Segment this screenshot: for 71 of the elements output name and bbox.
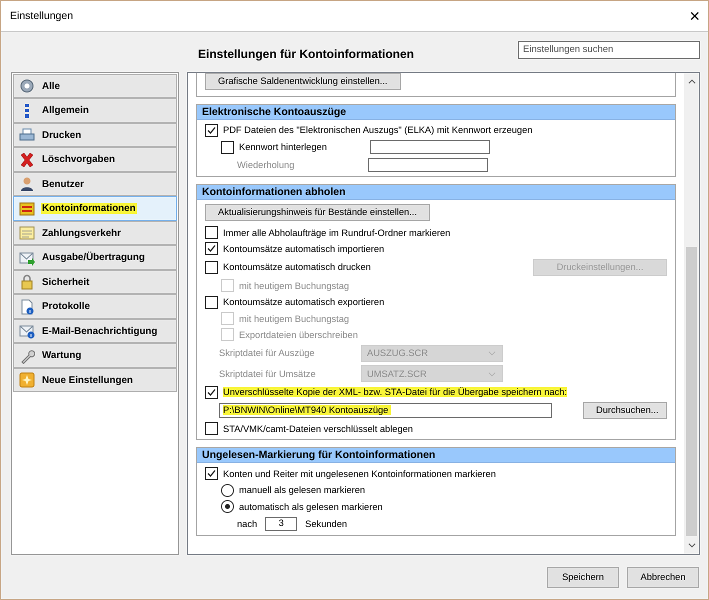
option-label: Immer alle Abholaufträge im Rundruf-Ordner markieren bbox=[223, 228, 450, 238]
printer-icon bbox=[19, 127, 35, 144]
option-label: Kontoumsätze automatisch exportieren bbox=[223, 297, 384, 308]
ledger-icon bbox=[19, 200, 35, 217]
sidebar-item[interactable]: Sicherheit bbox=[13, 270, 177, 294]
checkbox[interactable] bbox=[205, 124, 218, 137]
checkbox[interactable] bbox=[205, 260, 218, 274]
option-label: Unverschlüsselte Kopie der XML- bzw. STA-Datei für die Übergabe speichern nach: bbox=[223, 387, 567, 398]
sidebar-item[interactable]: Ausgabe/Übertragung bbox=[13, 245, 177, 270]
wrench-icon bbox=[19, 348, 35, 364]
option-label: manuell als gelesen markieren bbox=[239, 485, 366, 496]
sidebar-item[interactable]: Neue Einstellungen bbox=[13, 368, 177, 392]
password-field[interactable] bbox=[368, 158, 488, 172]
seconds-field[interactable]: 3 bbox=[265, 516, 298, 531]
unit-label: Sekunden bbox=[305, 518, 348, 529]
group-header: Elektronische Kontoauszüge bbox=[197, 104, 675, 120]
group-header: Kontoinformationen abholen bbox=[197, 184, 675, 200]
checkbox[interactable] bbox=[205, 242, 218, 256]
option-label: mit heutigem Buchungstag bbox=[239, 280, 350, 291]
cross-icon bbox=[19, 152, 35, 168]
field-label: Wiederholung bbox=[236, 160, 296, 170]
sidebar-item[interactable]: Kontoinformationen bbox=[13, 196, 177, 221]
dialog-button[interactable]: Abbrechen bbox=[627, 566, 699, 588]
radio-button[interactable] bbox=[221, 500, 234, 514]
option-label: Kontoumsätze automatisch drucken bbox=[223, 262, 371, 272]
star-square-icon bbox=[19, 372, 35, 388]
group-header: Ungelesen-Markierung für Kontoinformationen bbox=[197, 448, 675, 464]
action-button[interactable]: Grafische Saldenentwicklung einstellen... bbox=[205, 72, 401, 90]
option-label: Kontoumsätze automatisch importieren bbox=[223, 244, 384, 254]
person-icon bbox=[19, 176, 35, 192]
sidebar-item[interactable]: Drucken bbox=[13, 122, 177, 148]
action-button[interactable]: Aktualisierungshinweis für Bestände einstellen... bbox=[205, 204, 430, 221]
radio-button[interactable] bbox=[221, 484, 234, 497]
field-label: nach bbox=[237, 518, 258, 529]
sidebar-item[interactable]: Alle bbox=[13, 74, 177, 98]
checkbox[interactable] bbox=[205, 422, 218, 436]
gear-icon bbox=[19, 78, 35, 94]
checkbox[interactable] bbox=[221, 140, 234, 154]
envelope-info-icon bbox=[19, 323, 35, 340]
checkbox[interactable] bbox=[205, 226, 218, 240]
close-button[interactable]: × bbox=[689, 6, 700, 25]
sidebar-item[interactable]: Wartung bbox=[13, 343, 177, 368]
password-field[interactable] bbox=[370, 140, 490, 154]
document-info-icon bbox=[19, 298, 35, 315]
scrollbar[interactable] bbox=[684, 72, 699, 554]
notepad-icon bbox=[19, 225, 35, 242]
option-label: Konten und Reiter mit ungelesenen Kontoinformationen markieren bbox=[223, 468, 496, 479]
page-title: Einstellungen für Kontoinformationen bbox=[198, 46, 414, 61]
sidebar-item[interactable]: Löschvorgaben bbox=[13, 147, 177, 172]
path-field[interactable]: P:\BNWIN\Online\MT940 Kontoauszüge bbox=[219, 402, 552, 418]
option-label: PDF Dateien des "Elektronischen Auszugs" (ELKA) mit Kennwort erzeugen bbox=[223, 125, 532, 136]
checkbox[interactable] bbox=[205, 467, 218, 480]
browse-button[interactable]: Durchsuchen... bbox=[583, 402, 667, 419]
padlock-icon bbox=[19, 274, 35, 290]
field-label: Skriptdatei für Umsätze bbox=[218, 368, 317, 379]
window-title: Einstellungen bbox=[10, 10, 74, 22]
option-label: Kennwort hinterlegen bbox=[239, 142, 328, 152]
sidebar-item[interactable]: Zahlungsverkehr bbox=[13, 220, 177, 246]
sidebar-item[interactable]: Benutzer bbox=[13, 172, 177, 196]
dialog-button[interactable]: Speichern bbox=[547, 566, 619, 588]
sidebar-item[interactable]: Allgemein bbox=[13, 98, 177, 123]
field-label: Skriptdatei für Auszüge bbox=[218, 348, 316, 358]
sidebar-item[interactable]: E-Mail-Benachrichtigung bbox=[13, 318, 177, 344]
option-label: Exportdateien überschreiben bbox=[239, 330, 358, 340]
option-label: STA/VMK/camt-Dateien verschlüsselt ablegen bbox=[223, 424, 413, 434]
option-label: mit heutigem Buchungstag bbox=[239, 314, 350, 324]
checkbox[interactable] bbox=[205, 296, 218, 309]
sidebar-item[interactable]: Protokolle bbox=[13, 294, 177, 319]
checkbox[interactable] bbox=[205, 386, 218, 399]
option-label: automatisch als gelesen markieren bbox=[239, 502, 383, 512]
search-field[interactable]: Einstellungen suchen bbox=[518, 40, 700, 59]
